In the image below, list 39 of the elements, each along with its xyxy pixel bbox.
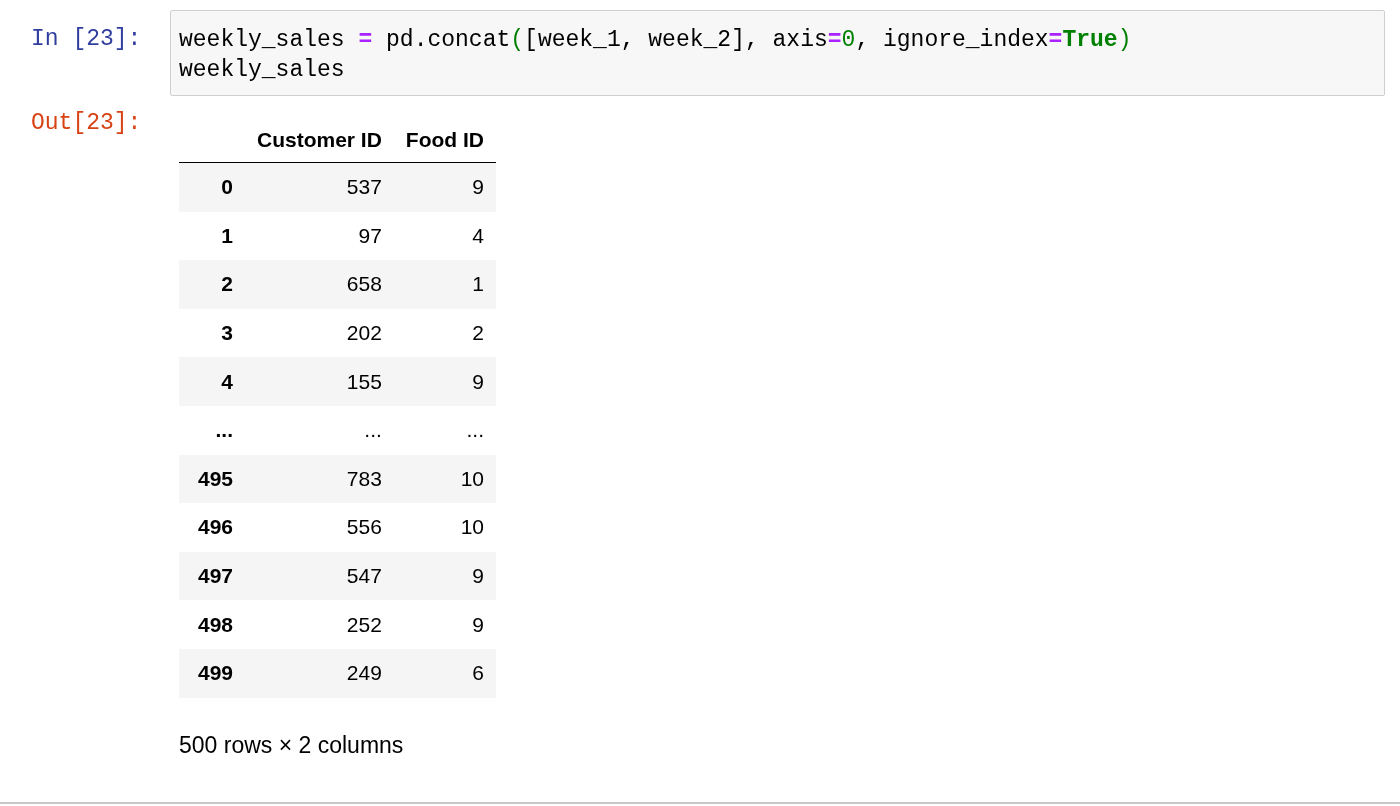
- row-index: 2: [221, 272, 233, 296]
- row-index: 495: [197, 466, 233, 490]
- row-index: 497: [197, 564, 233, 588]
- table-cell: 2: [472, 321, 484, 345]
- table-cell: ...: [466, 418, 484, 442]
- table-cell: 252: [346, 612, 382, 636]
- table-cell: 556: [346, 515, 382, 539]
- input-prompt: In [23]:: [30, 25, 143, 54]
- table-cell: 1: [472, 272, 484, 296]
- row-index: ...: [215, 418, 233, 442]
- table-cell: 9: [472, 564, 484, 588]
- column-header: Customer ID: [257, 128, 382, 151]
- table-cell: 9: [472, 369, 484, 393]
- table-cell: 202: [346, 321, 382, 345]
- table-cell: 537: [346, 175, 382, 199]
- table-cell: 547: [346, 564, 382, 588]
- row-index: 1: [221, 223, 233, 247]
- table-cell: 10: [460, 515, 484, 539]
- table-summary: 500 rows × 2 columns: [179, 731, 405, 759]
- table-cell: 9: [472, 175, 484, 199]
- column-header: Food ID: [405, 128, 484, 151]
- table-cell: 783: [346, 466, 382, 490]
- output-prompt: Out[23]:: [30, 109, 143, 138]
- table-cell: 4: [472, 223, 484, 247]
- table-cell: ...: [364, 418, 382, 442]
- table-cell: 6: [472, 661, 484, 685]
- row-index: 3: [221, 321, 233, 345]
- code-input-area[interactable]: weekly_sales = pd.concat([week_1, week_2], axis=0, ignore_index=True) weekly_sales: [170, 10, 1385, 96]
- table-cell: 249: [346, 661, 382, 685]
- table-cell: 9: [472, 612, 484, 636]
- table-cell: 155: [346, 369, 382, 393]
- table-cell: 97: [358, 223, 382, 247]
- row-index: 0: [221, 175, 233, 199]
- row-index: 498: [197, 612, 233, 636]
- row-index: 499: [197, 661, 233, 685]
- table-cell: 658: [346, 272, 382, 296]
- table-cell: 10: [460, 466, 484, 490]
- row-index: 4: [221, 369, 233, 393]
- row-index: 496: [197, 515, 233, 539]
